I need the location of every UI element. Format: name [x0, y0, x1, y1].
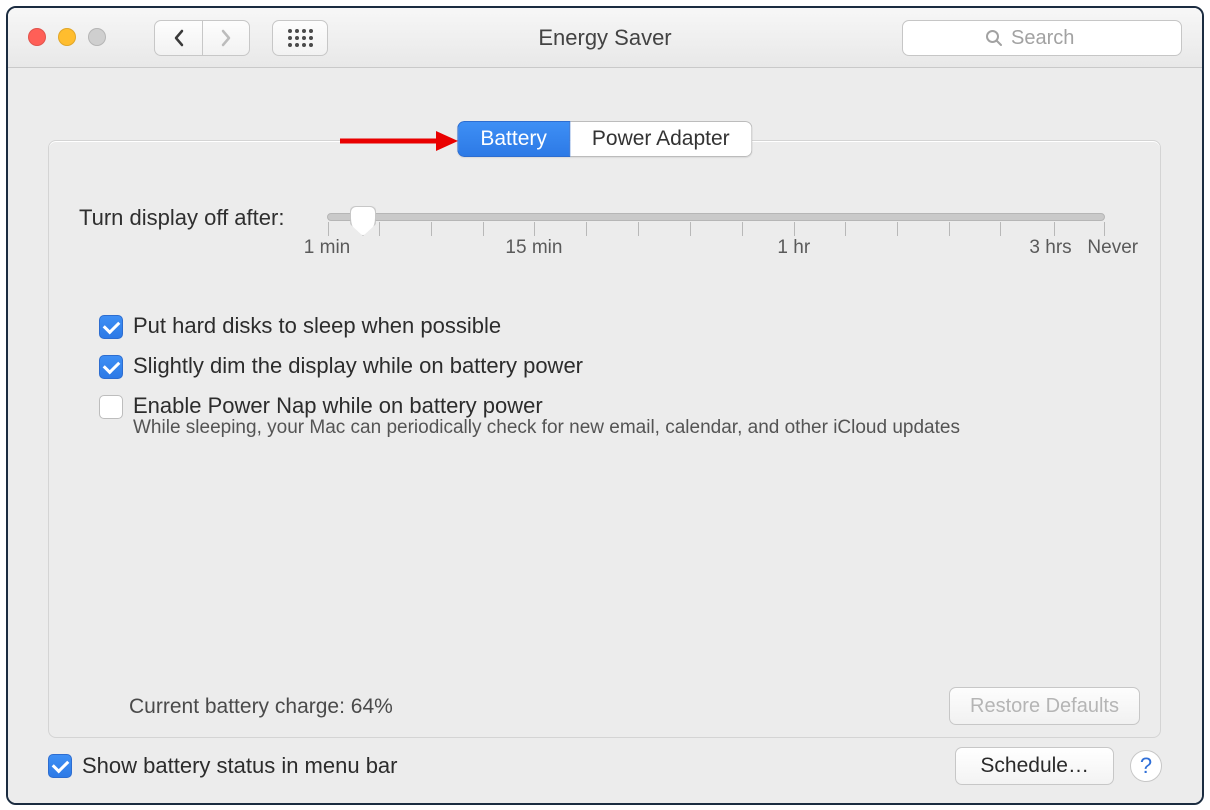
nav-buttons: [154, 20, 250, 56]
tab-power-adapter[interactable]: Power Adapter: [570, 121, 753, 157]
titlebar: Energy Saver: [8, 8, 1202, 68]
option-hard-disks: Put hard disks to sleep when possible: [99, 313, 960, 339]
label-dim-display: Slightly dim the display while on batter…: [133, 353, 583, 379]
preferences-window: Energy Saver Battery Power Adapter Turn …: [6, 6, 1204, 805]
close-window-button[interactable]: [28, 28, 46, 46]
options-list: Put hard disks to sleep when possible Sl…: [99, 313, 960, 453]
battery-charge-status: Current battery charge: 64%: [129, 695, 393, 719]
content-area: Battery Power Adapter Turn display off a…: [8, 68, 1202, 803]
forward-button[interactable]: [202, 20, 250, 56]
display-sleep-label: Turn display off after:: [79, 205, 284, 231]
tick-never: Never: [1087, 237, 1138, 259]
back-button[interactable]: [154, 20, 202, 56]
label-show-battery-status: Show battery status in menu bar: [82, 753, 398, 779]
show-all-button[interactable]: [272, 20, 328, 56]
option-dim-display: Slightly dim the display while on batter…: [99, 353, 960, 379]
footer: Show battery status in menu bar Schedule…: [48, 747, 1162, 785]
help-button[interactable]: ?: [1130, 750, 1162, 782]
tick-1hr: 1 hr: [777, 237, 810, 259]
checkbox-dim-display[interactable]: [99, 355, 123, 379]
option-power-nap: Enable Power Nap while on battery power: [99, 393, 960, 419]
slider-ticks: [328, 222, 1104, 238]
tick-3hrs: 3 hrs: [1029, 237, 1071, 259]
window-controls: [28, 28, 106, 46]
search-field[interactable]: [902, 20, 1182, 56]
slider-track: [327, 213, 1105, 221]
grid-icon: [288, 29, 313, 47]
checkbox-show-battery-status[interactable]: [48, 754, 72, 778]
label-hard-disks: Put hard disks to sleep when possible: [133, 313, 501, 339]
search-input[interactable]: [1009, 26, 1099, 51]
tick-15min: 15 min: [505, 237, 562, 259]
chevron-right-icon: [220, 29, 232, 47]
tick-1min: 1 min: [304, 237, 350, 259]
power-nap-description: While sleeping, your Mac can periodicall…: [133, 417, 960, 439]
restore-defaults-button[interactable]: Restore Defaults: [949, 687, 1140, 725]
label-power-nap: Enable Power Nap while on battery power: [133, 393, 543, 419]
zoom-window-button[interactable]: [88, 28, 106, 46]
minimize-window-button[interactable]: [58, 28, 76, 46]
checkbox-hard-disks[interactable]: [99, 315, 123, 339]
schedule-button[interactable]: Schedule…: [955, 747, 1114, 785]
tab-battery[interactable]: Battery: [457, 121, 570, 157]
power-source-tabs: Battery Power Adapter: [457, 121, 752, 157]
chevron-left-icon: [173, 29, 185, 47]
settings-panel: Turn display off after:: [48, 140, 1161, 738]
display-sleep-slider[interactable]: 1 min 15 min 1 hr 3 hrs Never: [327, 213, 1105, 221]
search-icon: [985, 29, 1003, 47]
checkbox-power-nap[interactable]: [99, 395, 123, 419]
